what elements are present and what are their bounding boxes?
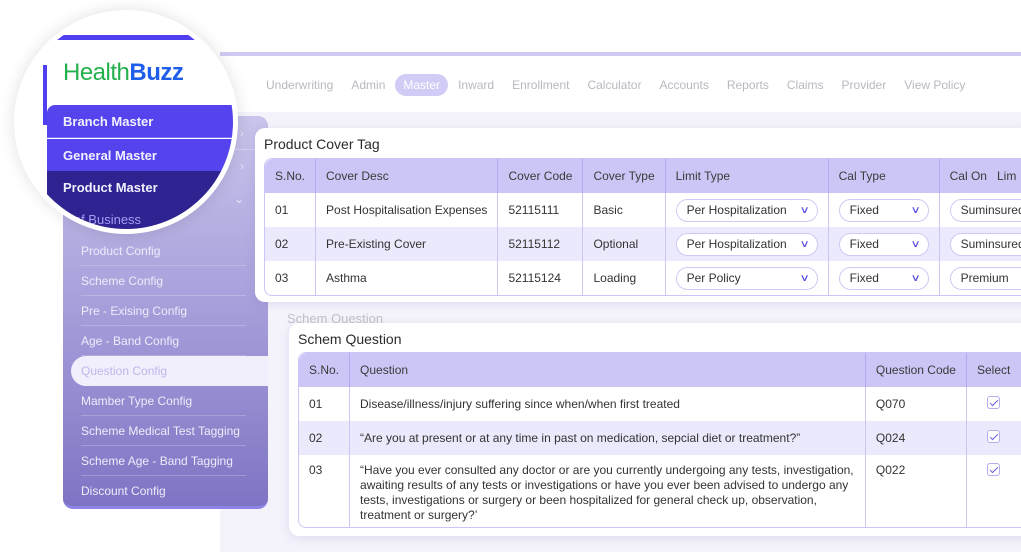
table-row: 01 Disease/illness/injury suffering sinc… — [299, 387, 1021, 421]
table-row: 02 Pre-Existing Cover 52115112 Optional … — [265, 227, 1021, 261]
product-cover-tag-title: Product Cover Tag — [264, 136, 380, 152]
limit-type-select[interactable]: Per Policy ∨ — [675, 266, 818, 290]
chevron-right-icon: › — [240, 159, 244, 173]
limit-type-select[interactable]: Per Hospitalization ∨ — [675, 198, 818, 222]
sidebar-sub-scheme-age-band-tagging[interactable]: Scheme Age - Band Tagging — [81, 446, 246, 476]
table-row: 03 “Have you ever consulted any doctor o… — [299, 455, 1021, 527]
col-select: Select — [966, 353, 1021, 387]
chevron-down-icon: ∨ — [910, 204, 922, 216]
chevron-down-icon: ∨ — [799, 204, 811, 216]
cell-cover-type: Optional — [583, 227, 666, 261]
sidebar-sub-age-band-config[interactable]: Age - Band Config — [81, 326, 246, 356]
col-question: Question — [350, 353, 866, 387]
cell-sno: 01 — [299, 387, 351, 421]
cal-on-select[interactable]: Suminsured — [949, 232, 1021, 256]
col-cover-code: Cover Code — [498, 159, 584, 193]
nav-provider[interactable]: Provider — [834, 74, 895, 96]
product-cover-tag-table: S.No. Cover Desc Cover Code Cover Type L… — [264, 158, 1021, 296]
cell-question-code: Q022 — [866, 455, 967, 527]
cell-cover-desc: Post Hospitalisation Expenses — [316, 193, 499, 227]
col-sno: S.No. — [265, 159, 317, 193]
schem-question-title: Schem Question — [298, 331, 402, 347]
cell-cover-code: 52115124 — [498, 261, 584, 295]
cell-sno: 01 — [265, 193, 317, 227]
sidebar-sub-question-config[interactable]: Question Config — [71, 356, 268, 386]
schem-question-table: S.No. Question Question Code Select 01 D… — [298, 352, 1021, 528]
col-limit-type: Limit Type — [665, 159, 829, 193]
select-checkbox[interactable] — [986, 463, 1000, 476]
col-cover-desc: Cover Desc — [316, 159, 499, 193]
cal-type-select[interactable]: Fixed ∨ — [838, 266, 929, 290]
cal-on-select[interactable]: Suminsured — [949, 198, 1021, 222]
table-row: 01 Post Hospitalisation Expenses 5211511… — [265, 193, 1021, 227]
chevron-down-icon: ∨ — [910, 272, 922, 284]
table-row: 02 “Are you at present or at any time in… — [299, 421, 1021, 455]
sidebar-item-general-master[interactable]: General Master — [47, 139, 233, 172]
product-cover-tag-card: Product Cover Tag S.No. Cover Desc Cover… — [255, 128, 1021, 302]
sidebar-sub-pre-existing-config[interactable]: Pre - Exising Config — [81, 296, 246, 326]
accent-bar — [53, 35, 199, 40]
nav-reports[interactable]: Reports — [719, 74, 777, 96]
nav-underwriting[interactable]: Underwriting — [258, 74, 341, 96]
select-checkbox[interactable] — [986, 430, 1000, 443]
cell-question: Disease/illness/injury suffering since w… — [350, 387, 866, 421]
nav-enrollment[interactable]: Enrollment — [504, 74, 577, 96]
schem-question-card: Schem Question S.No. Question Question C… — [289, 323, 1021, 536]
chevron-down-icon: ∨ — [799, 238, 811, 250]
chevron-down-icon: ∨ — [910, 238, 922, 250]
cal-type-select[interactable]: Fixed ∨ — [838, 232, 929, 256]
col-sno: S.No. — [299, 353, 351, 387]
select-checkbox[interactable] — [986, 396, 1000, 409]
cal-on-select[interactable]: Premium — [949, 266, 1021, 290]
col-question-code: Question Code — [865, 353, 967, 387]
nav-calculator[interactable]: Calculator — [579, 74, 649, 96]
chevron-down-icon: ∨ — [799, 272, 811, 284]
limit-type-select[interactable]: Per Hospitalization ∨ — [675, 232, 818, 256]
table-row: 03 Asthma 52115124 Loading Per Policy ∨ F… — [265, 261, 1021, 295]
cell-sno: 02 — [265, 227, 317, 261]
sidebar-sub-discount-config[interactable]: Discount Config — [81, 476, 246, 506]
magnifier-callout: HealthBuzz Branch Master General Master … — [14, 10, 238, 234]
cell-cover-desc: Asthma — [316, 261, 499, 295]
sidebar-sub-member-type-config[interactable]: Mamber Type Config — [81, 386, 246, 416]
cell-question: “Are you at present or at any time in pa… — [350, 421, 866, 455]
cell-sno: 03 — [299, 455, 351, 527]
cal-type-select[interactable]: Fixed ∨ — [838, 198, 929, 222]
healthbuzz-logo: HealthBuzz — [63, 59, 184, 86]
chevron-right-icon: › — [240, 125, 244, 140]
sidebar-item-product-master[interactable]: Product Master — [47, 171, 233, 204]
sidebar-sub-product-config[interactable]: Product Config — [81, 236, 246, 266]
nav-master[interactable]: Master — [395, 74, 449, 96]
nav-accounts[interactable]: Accounts — [651, 74, 716, 96]
nav-view-policy[interactable]: View Policy — [896, 74, 973, 96]
nav-admin[interactable]: Admin — [343, 74, 393, 96]
cell-question-code: Q070 — [866, 387, 967, 421]
cell-sno: 02 — [299, 421, 351, 455]
cell-question: “Have you ever consulted any doctor or a… — [350, 455, 866, 527]
cell-cover-desc: Pre-Existing Cover — [316, 227, 499, 261]
chevron-down-icon: ⌄ — [233, 191, 244, 206]
col-cal-type: Cal Type — [828, 159, 940, 193]
sidebar-sub-scheme-medical-test-tagging[interactable]: Scheme Medical Test Tagging — [81, 416, 246, 446]
sidebar-sub-scheme-config[interactable]: Scheme Config — [81, 266, 246, 296]
cell-sno: 03 — [265, 261, 317, 295]
cell-cover-code: 52115112 — [498, 227, 584, 261]
nav-inward[interactable]: Inward — [450, 74, 502, 96]
col-cal-on: Cal On Lim — [939, 159, 1021, 193]
cell-question-code: Q024 — [865, 421, 967, 455]
top-nav: Underwriting Admin Master Inward Enrollm… — [258, 72, 975, 98]
col-cover-type: Cover Type — [583, 159, 666, 193]
cell-cover-type: Basic — [583, 193, 666, 227]
sidebar-item-branch-master[interactable]: Branch Master — [47, 105, 233, 138]
cell-cover-type: Loading — [583, 261, 666, 295]
nav-claims[interactable]: Claims — [779, 74, 832, 96]
cell-cover-code: 52115111 — [498, 193, 584, 227]
